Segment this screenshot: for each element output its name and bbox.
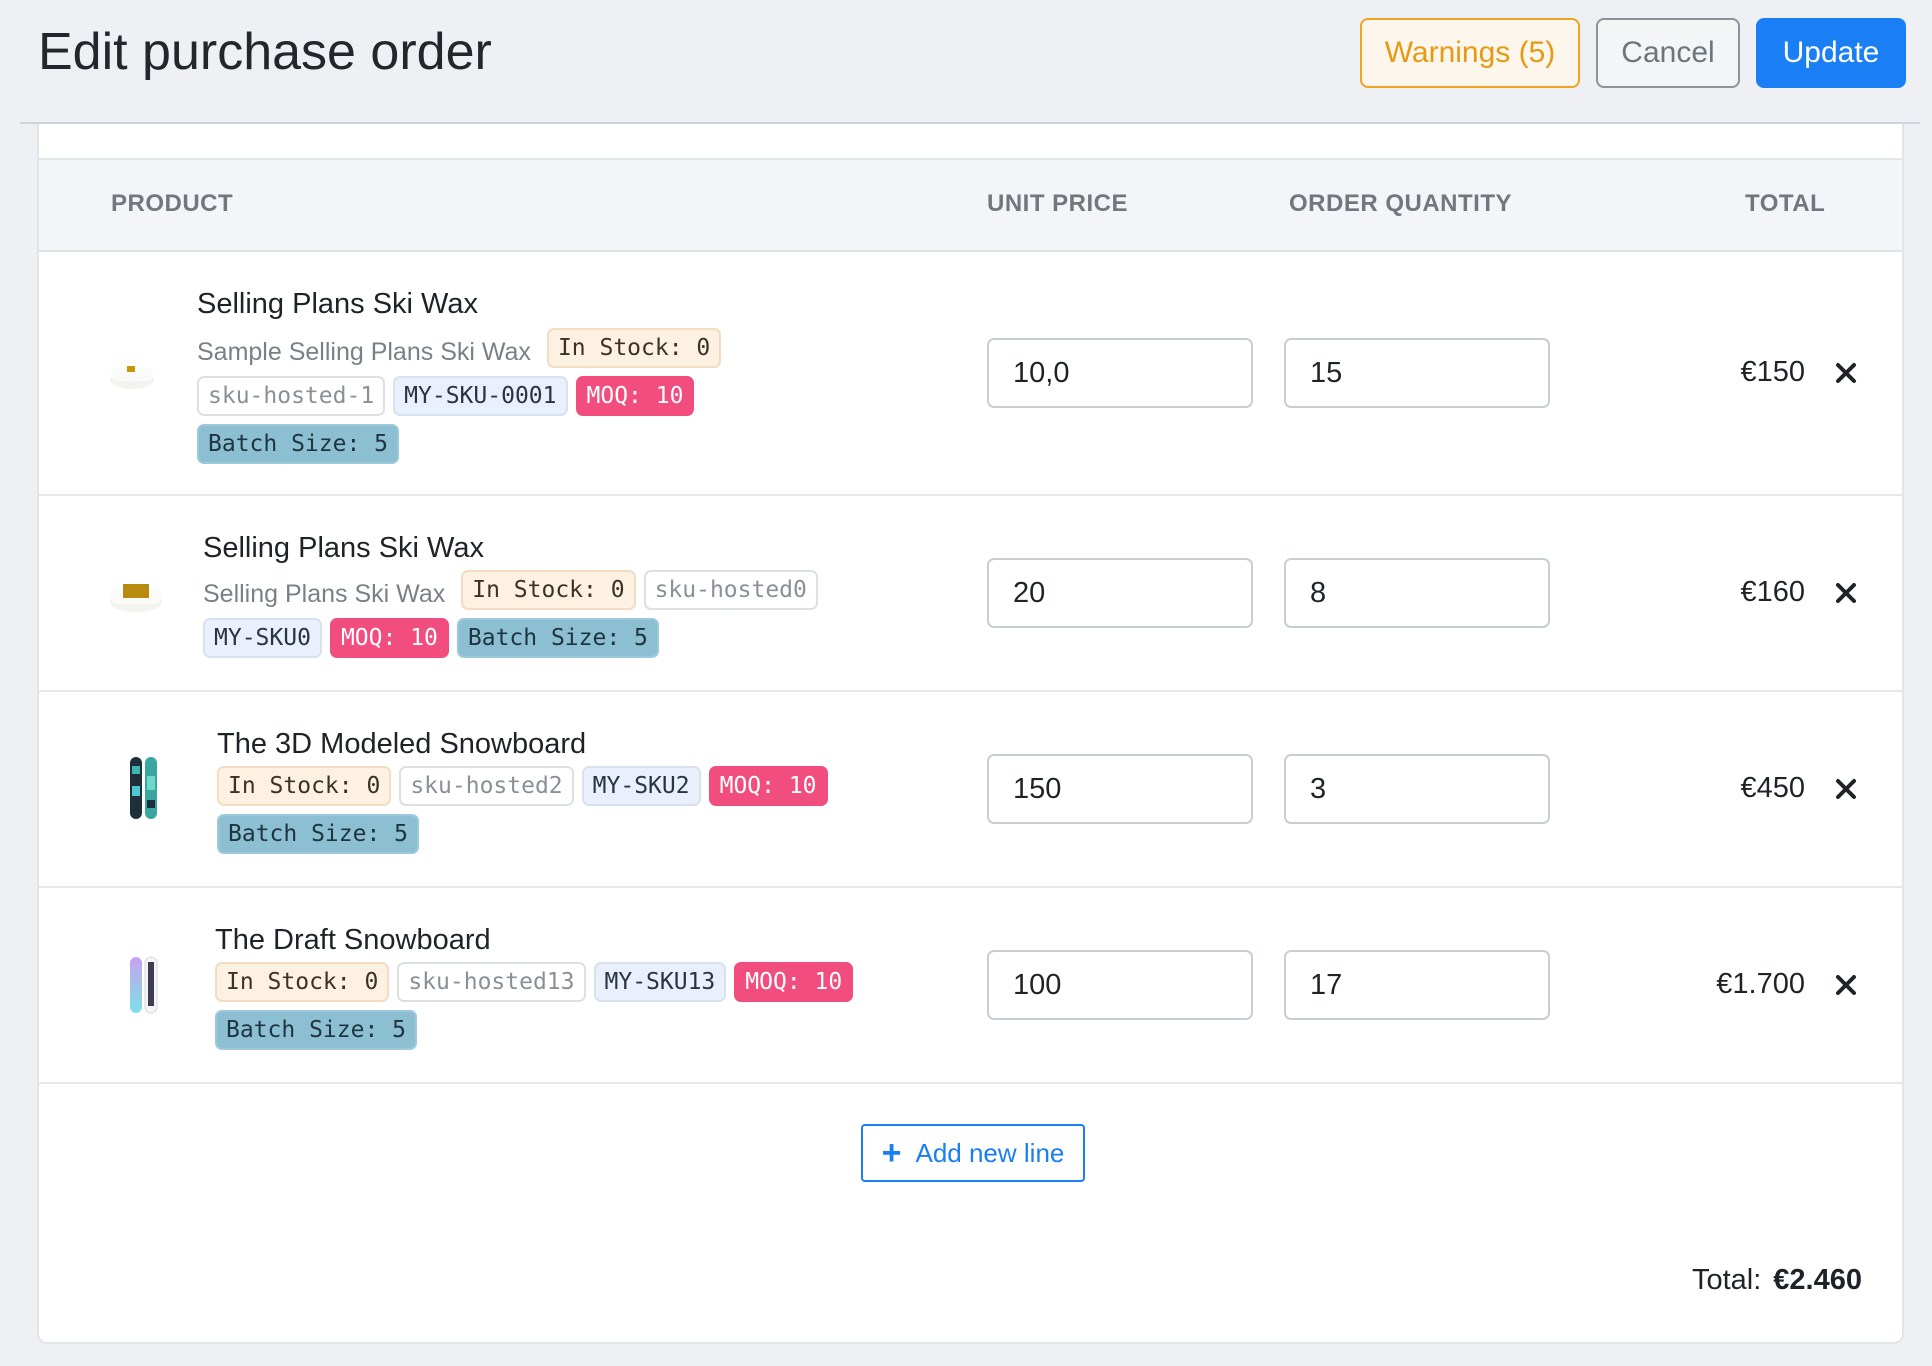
table-header: PRODUCT UNIT PRICE ORDER QUANTITY TOTAL bbox=[39, 158, 1902, 252]
line-total: €150 bbox=[1740, 356, 1805, 388]
column-header-unit-price: UNIT PRICE bbox=[987, 190, 1129, 217]
sku-hosted-badge: sku-hosted13 bbox=[397, 962, 586, 1002]
remove-line-close-icon[interactable] bbox=[1832, 971, 1860, 999]
order-quantity-input[interactable]: 8 bbox=[1284, 558, 1550, 628]
unit-price-input[interactable]: 20 bbox=[987, 558, 1253, 628]
batch-size-badge: Batch Size: 5 bbox=[197, 424, 400, 464]
moq-badge: MOQ: 10 bbox=[329, 618, 449, 658]
line-total: €450 bbox=[1740, 772, 1805, 804]
table-row: The Draft Snowboard In Stock: 0 sku-host… bbox=[39, 888, 1902, 1084]
product-name: The Draft Snowboard bbox=[215, 924, 491, 956]
snowboard-icon bbox=[129, 756, 159, 825]
order-quantity-input[interactable]: 3 bbox=[1284, 754, 1550, 824]
unit-price-input[interactable]: 10,0 bbox=[987, 338, 1253, 408]
column-header-total: TOTAL bbox=[1745, 190, 1826, 217]
page-title: Edit purchase order bbox=[38, 23, 492, 81]
remove-line-close-icon[interactable] bbox=[1832, 775, 1860, 803]
update-button[interactable]: Update bbox=[1756, 18, 1906, 88]
add-new-line-label: Add new line bbox=[915, 1137, 1065, 1168]
in-stock-badge: In Stock: 0 bbox=[217, 766, 392, 806]
sku-badge: MY-SKU13 bbox=[593, 962, 727, 1002]
ski-wax-icon bbox=[109, 576, 163, 619]
batch-size-badge: Batch Size: 5 bbox=[456, 618, 659, 658]
batch-size-badge: Batch Size: 5 bbox=[217, 814, 420, 854]
product-name: Selling Plans Ski Wax bbox=[197, 288, 478, 320]
product-name: The 3D Modeled Snowboard bbox=[217, 728, 587, 760]
in-stock-badge: In Stock: 0 bbox=[215, 962, 390, 1002]
plus-icon: + bbox=[881, 1134, 902, 1172]
in-stock-badge: In Stock: 0 bbox=[461, 570, 636, 610]
order-lines-card: PRODUCT UNIT PRICE ORDER QUANTITY TOTAL … bbox=[37, 124, 1904, 1344]
line-total: €160 bbox=[1740, 576, 1805, 608]
cancel-button[interactable]: Cancel bbox=[1596, 18, 1740, 88]
line-total: €1.700 bbox=[1716, 968, 1805, 1000]
column-header-order-quantity: ORDER QUANTITY bbox=[1289, 190, 1512, 217]
table-row: Selling Plans Ski Wax Selling Plans Ski … bbox=[39, 496, 1902, 692]
page-header: Edit purchase order Warnings (5) Cancel … bbox=[20, 0, 1920, 124]
table-row: Selling Plans Ski Wax Sample Selling Pla… bbox=[39, 252, 1902, 496]
product-tags: In Stock: 0 sku-hosted2 MY-SKU2 MOQ: 10 … bbox=[217, 766, 917, 862]
order-total-value: €2.460 bbox=[1773, 1264, 1862, 1296]
sku-badge: MY-SKU-0001 bbox=[393, 376, 568, 416]
sku-hosted-badge: sku-hosted0 bbox=[643, 570, 818, 610]
unit-price-input[interactable]: 150 bbox=[987, 754, 1253, 824]
ski-wax-icon bbox=[109, 360, 155, 395]
sku-hosted-badge: sku-hosted2 bbox=[399, 766, 574, 806]
add-new-line-button[interactable]: + Add new line bbox=[861, 1124, 1085, 1182]
warnings-button[interactable]: Warnings (5) bbox=[1360, 18, 1580, 88]
product-subtitle: Sample Selling Plans Ski Wax bbox=[197, 337, 531, 366]
product-tags: Sample Selling Plans Ski Wax In Stock: 0… bbox=[197, 328, 897, 472]
moq-badge: MOQ: 10 bbox=[734, 962, 854, 1002]
moq-badge: MOQ: 10 bbox=[708, 766, 828, 806]
product-tags: In Stock: 0 sku-hosted13 MY-SKU13 MOQ: 1… bbox=[215, 962, 915, 1058]
remove-line-close-icon[interactable] bbox=[1832, 359, 1860, 387]
sku-badge: MY-SKU2 bbox=[581, 766, 701, 806]
column-header-product: PRODUCT bbox=[111, 190, 234, 217]
sku-hosted-badge: sku-hosted-1 bbox=[197, 376, 386, 416]
unit-price-input[interactable]: 100 bbox=[987, 950, 1253, 1020]
order-quantity-input[interactable]: 15 bbox=[1284, 338, 1550, 408]
moq-badge: MOQ: 10 bbox=[575, 376, 695, 416]
batch-size-badge: Batch Size: 5 bbox=[215, 1010, 418, 1050]
remove-line-close-icon[interactable] bbox=[1832, 579, 1860, 607]
table-row: The 3D Modeled Snowboard In Stock: 0 sku… bbox=[39, 692, 1902, 888]
sku-badge: MY-SKU0 bbox=[203, 618, 322, 658]
order-quantity-input[interactable]: 17 bbox=[1284, 950, 1550, 1020]
order-total: Total: €2.460 bbox=[1692, 1264, 1862, 1297]
product-name: Selling Plans Ski Wax bbox=[203, 532, 484, 564]
order-total-label: Total: bbox=[1691, 1264, 1762, 1296]
in-stock-badge: In Stock: 0 bbox=[546, 328, 722, 368]
snowboard-icon bbox=[129, 956, 159, 1019]
product-subtitle: Selling Plans Ski Wax bbox=[203, 579, 446, 608]
product-tags: Selling Plans Ski Wax In Stock: 0 sku-ho… bbox=[203, 570, 903, 666]
